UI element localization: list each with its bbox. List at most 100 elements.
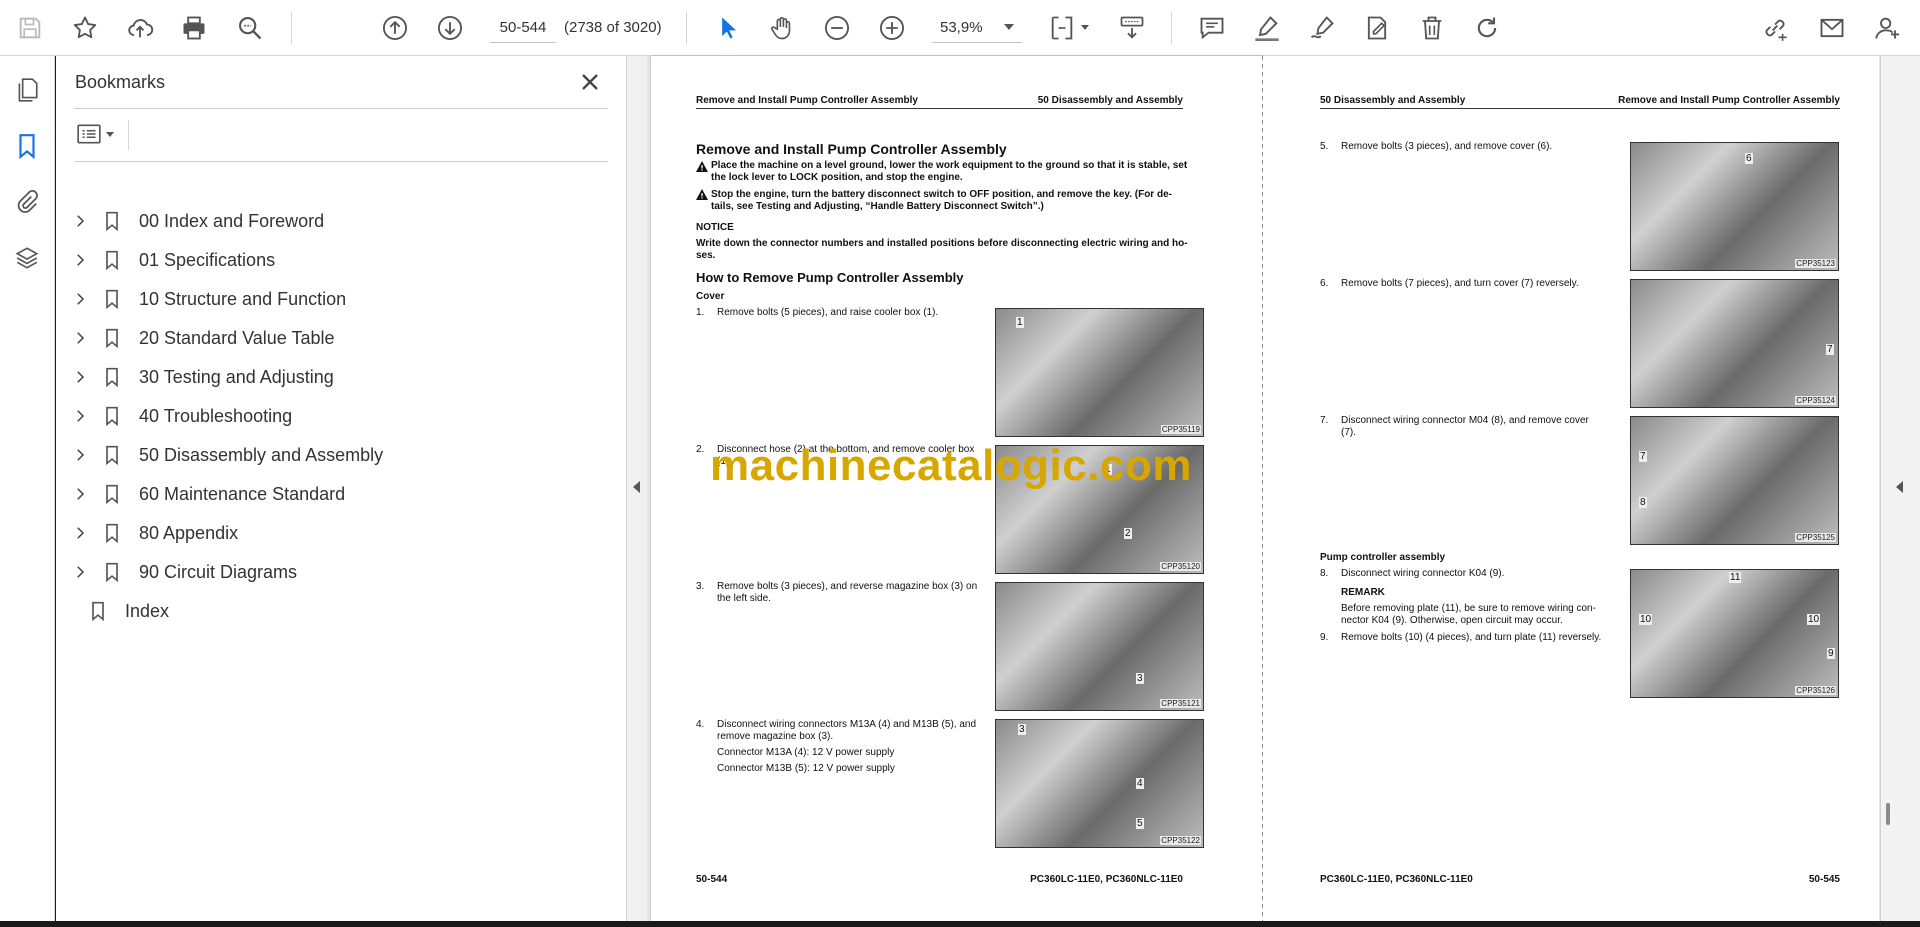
figure-callout: 1	[1016, 317, 1024, 328]
chevron-right-icon[interactable]	[68, 287, 92, 311]
bookmark-item[interactable]: 30 Testing and Adjusting	[56, 361, 596, 393]
bookmark-item[interactable]: 60 Maintenance Standard	[56, 478, 596, 510]
close-icon[interactable]	[576, 68, 604, 96]
chevron-left-icon[interactable]	[633, 481, 640, 493]
chevron-down-icon[interactable]	[1004, 24, 1014, 30]
chevron-right-icon[interactable]	[68, 404, 92, 428]
bookmark-icon	[102, 209, 122, 233]
upload-icon[interactable]	[124, 12, 156, 44]
zoom-out-icon[interactable]	[821, 12, 853, 44]
figure-code: CPP35125	[1795, 533, 1836, 542]
warning-text-2b: tails, see Testing and Adjusting, “Handl…	[711, 201, 1044, 212]
chevron-right-icon[interactable]	[68, 365, 92, 389]
step-text: Remove bolts (7 pieces), and turn cover …	[1341, 278, 1579, 289]
divider	[74, 161, 608, 162]
bookmark-item[interactable]: 80 Appendix	[56, 517, 596, 549]
share-link-icon[interactable]	[1759, 12, 1791, 44]
chevron-right-icon[interactable]	[68, 209, 92, 233]
bookmark-label: 20 Standard Value Table	[139, 327, 335, 348]
step-text: Disconnect wiring connector K04 (9).	[1341, 568, 1505, 579]
zoom-search-icon[interactable]	[234, 12, 266, 44]
bookmark-item[interactable]: 50 Disassembly and Assembly	[56, 439, 596, 471]
figure-code: CPP35120	[1160, 562, 1201, 571]
chevron-right-icon[interactable]	[68, 482, 92, 506]
attachment-icon[interactable]	[11, 186, 43, 218]
delete-icon[interactable]	[1416, 12, 1448, 44]
fill-sign-icon[interactable]	[1361, 12, 1393, 44]
rotate-icon[interactable]	[1471, 12, 1503, 44]
step-number: 2.	[696, 444, 705, 455]
step-detail: Connector M13A (4): 12 V power supply	[717, 747, 895, 758]
bookmark-label: 10 Structure and Function	[139, 288, 347, 309]
page-thumbnails-icon[interactable]	[11, 74, 43, 106]
header-rule	[1320, 108, 1840, 109]
chevron-down-icon[interactable]	[106, 131, 114, 137]
watermark-text: machinecatalogic.com	[710, 441, 1192, 490]
step-number: 8.	[1320, 568, 1329, 579]
taskbar-strip	[0, 921, 1920, 927]
comment-icon[interactable]	[1196, 12, 1228, 44]
notice-text-b: ses.	[696, 250, 716, 261]
scrollbar-thumb[interactable]	[1886, 803, 1890, 825]
next-page-icon[interactable]	[434, 12, 466, 44]
bookmark-item[interactable]: 00 Index and Foreword	[56, 205, 596, 237]
chevron-right-icon[interactable]	[68, 248, 92, 272]
step-text: the left side.	[717, 593, 771, 604]
step-number: 3.	[696, 581, 705, 592]
bookmark-item[interactable]: 01 Specifications	[56, 244, 596, 276]
layers-icon[interactable]	[11, 242, 43, 274]
bookmark-item[interactable]: 90 Circuit Diagrams	[56, 556, 596, 588]
bookmark-label: 01 Specifications	[139, 249, 276, 270]
chevron-right-icon[interactable]	[68, 521, 92, 545]
figure-code: CPP35123	[1795, 259, 1836, 268]
draw-icon[interactable]	[1306, 12, 1338, 44]
chevron-right-icon[interactable]	[68, 326, 92, 350]
right-panel-toggle[interactable]	[1880, 56, 1920, 921]
remark-text: Before removing plate (11), be sure to r…	[1341, 603, 1596, 614]
page-number-input[interactable]	[490, 13, 556, 43]
figure-code: CPP35121	[1160, 699, 1201, 708]
hand-tool-icon[interactable]	[766, 12, 798, 44]
star-icon[interactable]	[69, 12, 101, 44]
bookmark-options-button[interactable]	[76, 120, 124, 148]
chevron-left-icon[interactable]	[1896, 481, 1903, 493]
zoom-in-icon[interactable]	[876, 12, 908, 44]
left-rail	[0, 56, 55, 921]
save-icon[interactable]	[14, 12, 46, 44]
bookmark-item[interactable]: 40 Troubleshooting	[56, 400, 596, 432]
bookmark-item[interactable]: Index	[56, 595, 596, 627]
page-fit-icon[interactable]	[1046, 12, 1078, 44]
select-cursor-icon[interactable]	[712, 12, 744, 44]
previous-page-icon[interactable]	[379, 12, 411, 44]
figure-callout: 7	[1826, 344, 1834, 355]
add-user-icon[interactable]	[1872, 12, 1904, 44]
figure-photo: 7 8 CPP35125	[1630, 416, 1839, 545]
figure-photo: 7 CPP35124	[1630, 279, 1839, 408]
email-icon[interactable]	[1816, 12, 1848, 44]
chevron-right-icon[interactable]	[68, 560, 92, 584]
step-text: Remove bolts (3 pieces), and reverse mag…	[717, 581, 978, 592]
section-label: Pump controller assembly	[1320, 552, 1446, 563]
page-header-right: 50 Disassembly and Assembly	[1037, 95, 1183, 106]
chevron-right-icon[interactable]	[68, 443, 92, 467]
warning-icon	[696, 161, 708, 172]
warning-icon	[696, 189, 708, 200]
bookmark-item[interactable]: 20 Standard Value Table	[56, 322, 596, 354]
bookmark-panel-icon[interactable]	[11, 130, 43, 162]
step-text: Remove bolts (10) (4 pieces), and turn p…	[1341, 632, 1602, 643]
toolbar-separator	[1171, 12, 1172, 44]
bookmark-label: Index	[125, 600, 170, 621]
print-icon[interactable]	[178, 12, 210, 44]
highlight-pen-icon[interactable]	[1251, 12, 1283, 44]
bookmark-icon	[102, 365, 122, 389]
bookmark-item[interactable]: 10 Structure and Function	[56, 283, 596, 315]
figure-photo: 6 CPP35123	[1630, 142, 1839, 271]
chevron-down-icon[interactable]	[1081, 25, 1089, 30]
figure-code: CPP35119	[1160, 425, 1201, 434]
page-header-left: 50 Disassembly and Assembly	[1320, 95, 1466, 106]
notice-text: Write down the connector numbers and ins…	[696, 238, 1188, 249]
collapse-panel-button[interactable]	[627, 56, 647, 921]
figure-callout: 11	[1729, 572, 1742, 583]
scroll-mode-icon[interactable]	[1116, 12, 1148, 44]
bookmark-icon	[102, 248, 122, 272]
